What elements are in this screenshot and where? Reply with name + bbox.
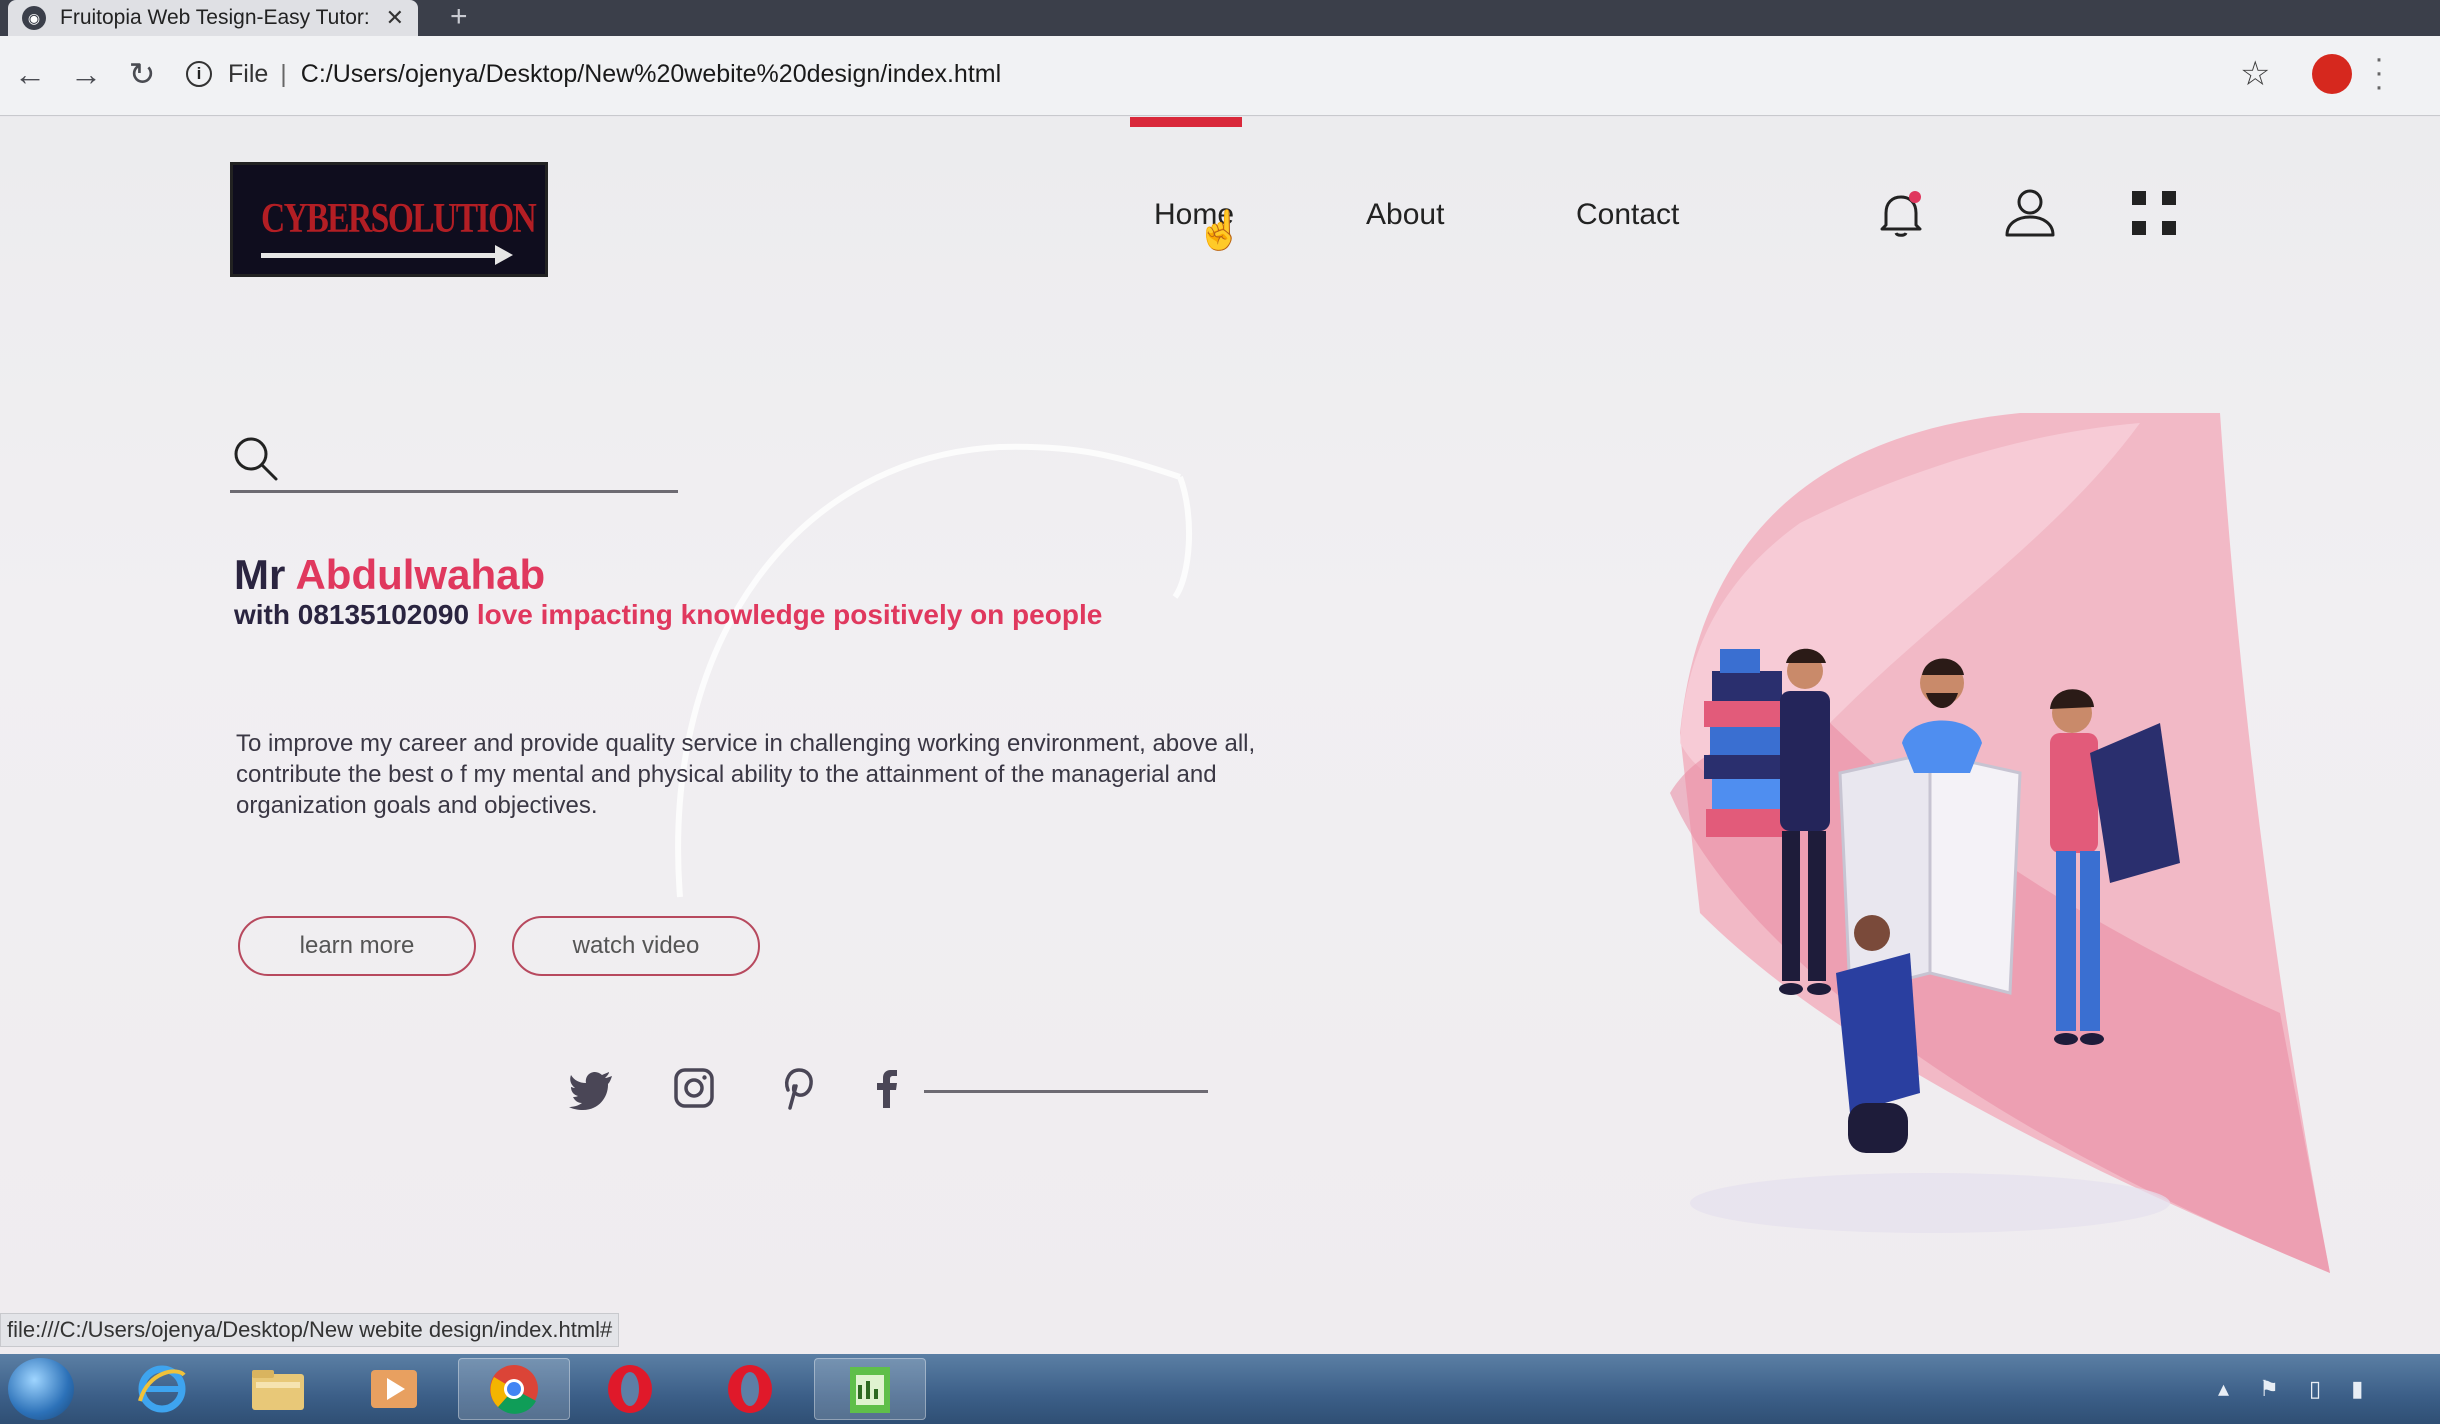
media-player-icon[interactable]: [338, 1358, 450, 1420]
web-page: CYBERSOLUTION Home About Contact ☝ Mr Ab…: [0, 117, 2440, 1354]
address-bar[interactable]: i File | C:/Users/ojenya/Desktop/New%20w…: [186, 48, 2226, 100]
back-icon[interactable]: ←: [8, 52, 52, 96]
nav-contact[interactable]: Contact: [1576, 198, 1679, 232]
tab-strip: ◉ Fruitopia Web Tesign-Easy Tutor: ✕ +: [0, 0, 2440, 36]
hero-subtitle: with 08135102090 love impacting knowledg…: [234, 599, 1102, 631]
hero-description: To improve my career and provide quality…: [236, 730, 1256, 819]
system-tray-icons[interactable]: ▴ ⚑ ▯ ▮: [2218, 1376, 2375, 1402]
file-explorer-icon[interactable]: [222, 1358, 334, 1420]
page-favicon-icon: ◉: [22, 6, 46, 30]
app-icon[interactable]: [814, 1358, 926, 1420]
social-divider-line: [924, 1090, 1208, 1093]
tab-close-icon[interactable]: ✕: [386, 5, 404, 31]
logo-text: CYBERSOLUTION: [261, 196, 537, 242]
internet-explorer-icon[interactable]: [106, 1358, 218, 1420]
logo-arrow-shaft: [261, 253, 501, 258]
hero-subtitle-highlight: love impacting knowledge positively on p…: [476, 599, 1103, 630]
watch-video-button[interactable]: watch video: [512, 916, 760, 976]
opera-icon[interactable]: [574, 1358, 686, 1420]
bell-icon[interactable]: [1878, 189, 1924, 239]
search-icon[interactable]: [230, 433, 282, 485]
search-input[interactable]: [300, 435, 670, 483]
address-scheme: File: [228, 59, 269, 88]
site-logo[interactable]: CYBERSOLUTION: [230, 162, 548, 277]
decorative-arc: [675, 443, 1193, 898]
tab-title: Fruitopia Web Tesign-Easy Tutor:: [60, 6, 370, 29]
forward-icon[interactable]: →: [64, 52, 108, 96]
twitter-icon[interactable]: [568, 1064, 616, 1112]
user-icon[interactable]: [2002, 185, 2058, 241]
hand-cursor-icon: ☝: [1196, 210, 1244, 252]
active-nav-indicator: [1130, 117, 1242, 127]
new-tab-button[interactable]: +: [450, 0, 468, 36]
search-box[interactable]: [230, 429, 678, 493]
nav-about[interactable]: About: [1366, 198, 1444, 232]
address-url[interactable]: C:/Users/ojenya/Desktop/New%20webite%20d…: [301, 60, 1001, 89]
facebook-icon[interactable]: [862, 1064, 910, 1112]
browser-tab[interactable]: ◉ Fruitopia Web Tesign-Easy Tutor: ✕: [8, 0, 418, 36]
profile-avatar-icon[interactable]: [2312, 54, 2352, 94]
reload-icon[interactable]: ↻: [120, 52, 164, 96]
info-icon[interactable]: i: [186, 61, 212, 87]
opera-icon[interactable]: [694, 1358, 806, 1420]
chrome-icon[interactable]: [458, 1358, 570, 1420]
taskbar: ▴ ⚑ ▯ ▮: [0, 1354, 2440, 1424]
address-separator: |: [280, 59, 287, 88]
bookmark-star-icon[interactable]: ☆: [2240, 54, 2270, 94]
apps-grid-icon[interactable]: [2130, 189, 2180, 237]
learn-more-button[interactable]: learn more: [238, 916, 476, 976]
logo-arrowhead: [495, 245, 513, 265]
hero-illustration: [1670, 413, 2330, 1273]
browser-menu-icon[interactable]: · · ·: [2374, 44, 2384, 102]
instagram-icon[interactable]: [670, 1064, 718, 1112]
start-button-icon[interactable]: [8, 1358, 74, 1420]
hero-subtitle-prefix: with 08135102090: [234, 599, 470, 630]
hero-name: Mr Abdulwahab: [234, 551, 545, 599]
status-bar: file:///C:/Users/ojenya/Desktop/New webi…: [0, 1313, 620, 1347]
browser-toolbar: ← → ↻ i File | C:/Users/ojenya/Desktop/N…: [0, 36, 2440, 116]
pinterest-icon[interactable]: [772, 1064, 820, 1112]
hero-name-prefix: Mr: [234, 551, 286, 598]
hero-name-highlight: Abdulwahab: [295, 551, 546, 598]
